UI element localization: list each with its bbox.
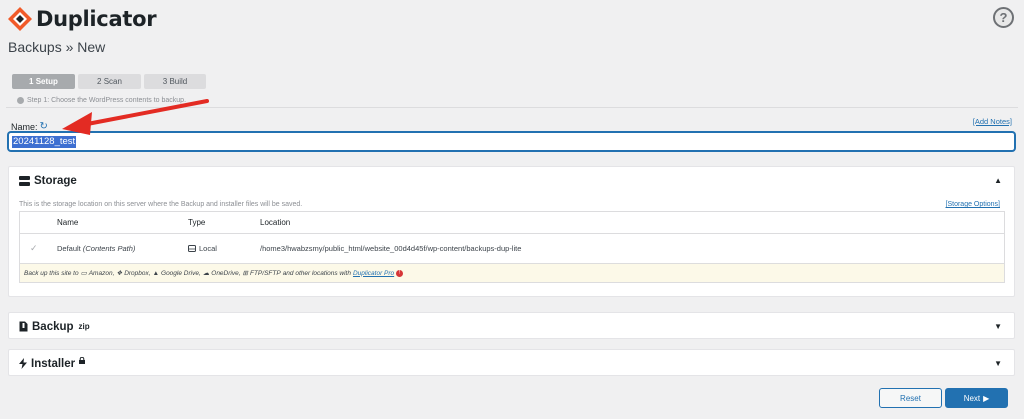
divider (6, 107, 1018, 108)
archive-icon (19, 321, 28, 332)
storage-panel-header[interactable]: Storage ▲ (9, 167, 1014, 194)
storage-panel: Storage ▲ This is the storage location o… (8, 166, 1015, 297)
play-icon: ▶ (983, 393, 990, 403)
duplicator-pro-link[interactable]: Duplicator Pro (353, 270, 394, 277)
chevron-up-icon[interactable]: ▲ (994, 176, 1002, 185)
step-setup[interactable]: 1 Setup (12, 74, 75, 89)
storage-icon (19, 175, 30, 186)
step-build[interactable]: 3 Build (144, 74, 206, 89)
alert-icon: ! (396, 269, 404, 277)
next-button[interactable]: Next ▶ (945, 388, 1008, 408)
chevron-down-icon[interactable]: ▼ (994, 322, 1002, 331)
duplicator-logo-icon (8, 7, 32, 31)
storage-name: Default (Contents Path) (57, 244, 136, 253)
checkmark-icon[interactable]: ✓ (30, 243, 38, 253)
amazon-icon: ▭ (80, 270, 87, 277)
installer-title: Installer (31, 357, 76, 370)
chevron-down-icon[interactable]: ▼ (994, 359, 1002, 368)
google-drive-icon: ▲ (152, 269, 160, 277)
app-name: Duplicator (36, 7, 157, 31)
column-name: Name (57, 218, 79, 227)
backup-panel-header[interactable]: Backup zip ▼ (9, 313, 1014, 340)
installer-panel-header[interactable]: Installer ▼ (9, 350, 1014, 377)
bolt-icon (19, 358, 27, 369)
duplicator-logo: Duplicator (7, 5, 157, 33)
storage-table-header: Name Type Location (20, 212, 1004, 234)
upsell-banner: Back up this site to ▭ Amazon, ❖ Dropbox… (20, 263, 1004, 283)
wizard-steps: 1 Setup 2 Scan 3 Build (12, 74, 206, 89)
backup-title: Backup (32, 320, 74, 333)
installer-panel[interactable]: Installer ▼ (8, 349, 1015, 376)
backup-panel[interactable]: Backup zip ▼ (8, 312, 1015, 339)
lock-icon (79, 357, 86, 364)
page-title: Backups » New (8, 39, 106, 55)
column-location: Location (260, 218, 291, 227)
add-notes-link[interactable]: [Add Notes] (973, 117, 1012, 126)
dropbox-icon: ❖ (116, 270, 123, 277)
zip-superscript: zip (78, 322, 90, 331)
storage-options-link[interactable]: [Storage Options] (946, 201, 1000, 208)
help-button[interactable]: ? (993, 7, 1014, 28)
storage-type: Local (188, 244, 260, 253)
name-label-text: Name: (11, 121, 38, 132)
step-description: Step 1: Choose the WordPress contents to… (17, 97, 186, 104)
reset-button[interactable]: Reset (879, 388, 942, 408)
column-type: Type (188, 218, 206, 227)
table-row[interactable]: ✓ Default (Contents Path) Local /home3/h… (20, 234, 1004, 263)
storage-table: Name Type Location ✓ Default (Contents P… (19, 211, 1005, 283)
storage-description: This is the storage location on this ser… (19, 201, 303, 208)
info-icon (17, 97, 24, 104)
storage-location: /home3/hwabzsmy/public_html/website_00d4… (260, 244, 522, 253)
refresh-icon[interactable]: ↻ (40, 121, 48, 132)
backup-name-value: 20241128_test (12, 135, 77, 148)
step-scan[interactable]: 2 Scan (78, 74, 141, 89)
backup-name-input[interactable]: 20241128_test (8, 132, 1015, 151)
step-description-text: Step 1: Choose the WordPress contents to… (27, 97, 187, 104)
onedrive-icon: ☁ (202, 270, 210, 277)
network-icon: ⊞ (242, 270, 248, 277)
hard-drive-icon (188, 245, 196, 252)
storage-title: Storage (34, 174, 77, 187)
name-label: Name: ↻ (11, 121, 48, 132)
